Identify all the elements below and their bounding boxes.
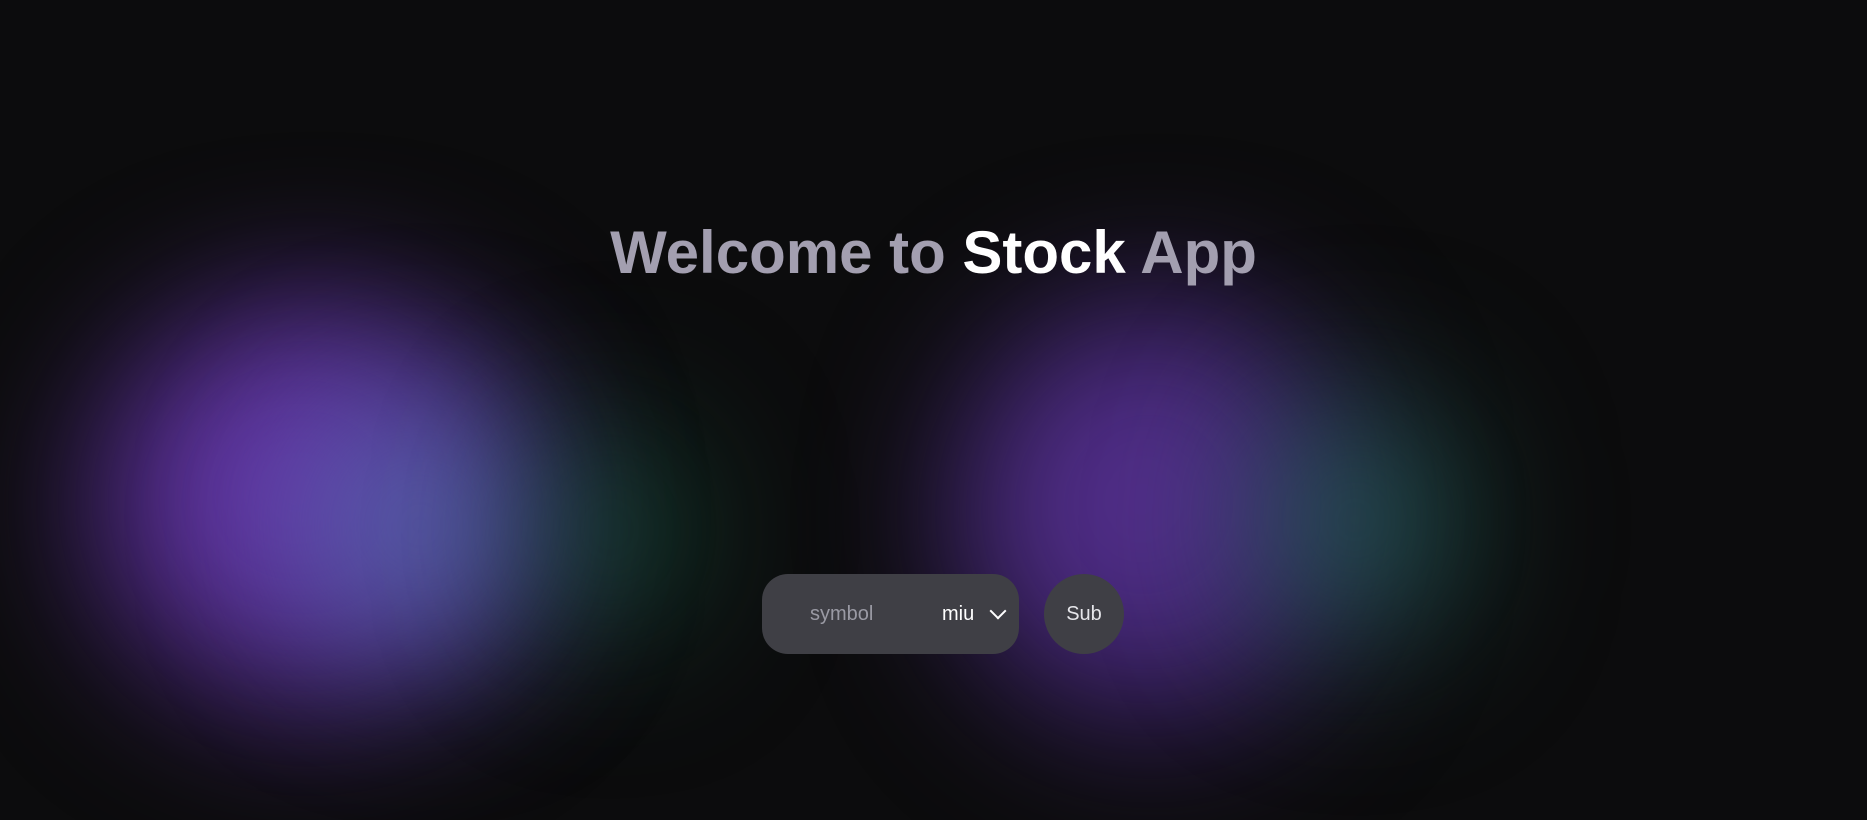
select-value: miu [942, 602, 975, 625]
background-glow-left-green [510, 380, 710, 680]
background-glow-right-teal [1230, 350, 1480, 690]
title-app-text: App [1125, 219, 1257, 286]
title-stock-text: Stock [962, 219, 1126, 286]
symbol-input-group: miu [762, 574, 1019, 654]
background-glow-left-purple [80, 290, 560, 730]
symbol-input[interactable] [810, 602, 910, 626]
background-glow-right-purple [950, 290, 1370, 750]
background-glow-left-blue [270, 360, 570, 690]
symbol-form: miu Sub [762, 574, 1124, 654]
page: Welcome to Stock App miu Sub [0, 0, 1867, 820]
title-welcome-text: Welcome to [610, 219, 963, 286]
option-select[interactable]: miu [942, 602, 1007, 626]
submit-button[interactable]: Sub [1044, 574, 1124, 654]
chevron-down-icon [989, 602, 1007, 620]
page-title: Welcome to Stock App [0, 218, 1867, 287]
